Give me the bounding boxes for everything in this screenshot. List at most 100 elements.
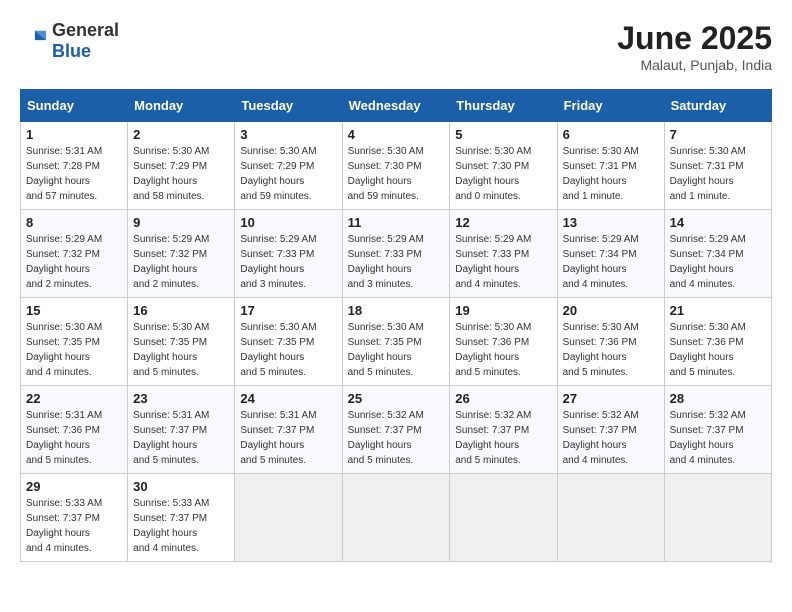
day-number: 11 — [348, 215, 445, 230]
table-row — [235, 474, 342, 562]
day-number: 26 — [455, 391, 551, 406]
day-number: 2 — [133, 127, 229, 142]
table-row: 21Sunrise: 5:30 AMSunset: 7:36 PMDayligh… — [664, 298, 771, 386]
day-info: Sunrise: 5:30 AMSunset: 7:29 PMDaylight … — [133, 144, 229, 204]
table-row: 13 Sunrise: 5:29 AMSunset: 7:34 PMDayligh… — [557, 210, 664, 298]
table-row: 18 Sunrise: 5:30 AMSunset: 7:35 PMDayligh… — [342, 298, 450, 386]
day-info: Sunrise: 5:30 AMSunset: 7:35 PMDaylight … — [133, 320, 229, 380]
day-number: 22 — [26, 391, 122, 406]
table-row: 4 Sunrise: 5:30 AMSunset: 7:30 PMDaylight… — [342, 122, 450, 210]
logo-general: General — [52, 20, 119, 40]
day-info: Sunrise: 5:29 AMSunset: 7:33 PMDaylight … — [240, 232, 336, 292]
day-number: 30 — [133, 479, 229, 494]
header-wednesday: Wednesday — [342, 90, 450, 122]
header-sunday: Sunday — [21, 90, 128, 122]
day-info: Sunrise: 5:30 AMSunset: 7:35 PMDaylight … — [348, 320, 445, 380]
table-row: 14 Sunrise: 5:29 AMSunset: 7:34 PMDayligh… — [664, 210, 771, 298]
day-number: 3 — [240, 127, 336, 142]
logo-icon — [20, 27, 48, 55]
calendar-week-row: 22 Sunrise: 5:31 AMSunset: 7:36 PMDayligh… — [21, 386, 772, 474]
table-row: 10 Sunrise: 5:29 AMSunset: 7:33 PMDayligh… — [235, 210, 342, 298]
calendar-week-row: 29 Sunrise: 5:33 AMSunset: 7:37 PMDayligh… — [21, 474, 772, 562]
table-row: 8Sunrise: 5:29 AMSunset: 7:32 PMDaylight… — [21, 210, 128, 298]
day-number: 28 — [670, 391, 766, 406]
day-info: Sunrise: 5:30 AMSunset: 7:30 PMDaylight … — [455, 144, 551, 204]
weekday-header-row: Sunday Monday Tuesday Wednesday Thursday… — [21, 90, 772, 122]
day-number: 15 — [26, 303, 122, 318]
table-row — [342, 474, 450, 562]
table-row: 11 Sunrise: 5:29 AMSunset: 7:33 PMDayligh… — [342, 210, 450, 298]
day-number: 23 — [133, 391, 229, 406]
day-info: Sunrise: 5:30 AMSunset: 7:29 PMDaylight … — [240, 144, 336, 204]
day-info: Sunrise: 5:32 AMSunset: 7:37 PMDaylight … — [455, 408, 551, 468]
logo-blue: Blue — [52, 41, 91, 61]
day-number: 29 — [26, 479, 122, 494]
day-info: Sunrise: 5:33 AMSunset: 7:37 PMDaylight … — [26, 496, 122, 556]
day-info: Sunrise: 5:29 AMSunset: 7:32 PMDaylight … — [26, 232, 122, 292]
day-info: Sunrise: 5:30 AMSunset: 7:31 PMDaylight … — [670, 144, 766, 204]
table-row: 15 Sunrise: 5:30 AMSunset: 7:35 PMDayligh… — [21, 298, 128, 386]
table-row: 1Sunrise: 5:31 AMSunset: 7:28 PMDaylight… — [21, 122, 128, 210]
header-monday: Monday — [128, 90, 235, 122]
day-number: 5 — [455, 127, 551, 142]
day-info: Sunrise: 5:31 AMSunset: 7:37 PMDaylight … — [240, 408, 336, 468]
day-number: 19 — [455, 303, 551, 318]
table-row: 22 Sunrise: 5:31 AMSunset: 7:36 PMDayligh… — [21, 386, 128, 474]
month-title: June 2025 — [617, 20, 772, 57]
day-number: 1 — [26, 127, 122, 142]
day-number: 7 — [670, 127, 766, 142]
header-thursday: Thursday — [450, 90, 557, 122]
table-row — [664, 474, 771, 562]
table-row: 3 Sunrise: 5:30 AMSunset: 7:29 PMDaylight… — [235, 122, 342, 210]
table-row: 26 Sunrise: 5:32 AMSunset: 7:37 PMDayligh… — [450, 386, 557, 474]
table-row — [557, 474, 664, 562]
day-info: Sunrise: 5:31 AMSunset: 7:36 PMDaylight … — [26, 408, 122, 468]
day-info: Sunrise: 5:29 AMSunset: 7:32 PMDaylight … — [133, 232, 229, 292]
logo-text: General Blue — [52, 20, 119, 62]
day-number: 18 — [348, 303, 445, 318]
table-row: 12Sunrise: 5:29 AMSunset: 7:33 PMDayligh… — [450, 210, 557, 298]
header-saturday: Saturday — [664, 90, 771, 122]
day-info: Sunrise: 5:30 AMSunset: 7:30 PMDaylight … — [348, 144, 445, 204]
day-info: Sunrise: 5:29 AMSunset: 7:34 PMDaylight … — [670, 232, 766, 292]
table-row: 30 Sunrise: 5:33 AMSunset: 7:37 PMDayligh… — [128, 474, 235, 562]
day-number: 25 — [348, 391, 445, 406]
table-row: 25Sunrise: 5:32 AMSunset: 7:37 PMDayligh… — [342, 386, 450, 474]
calendar-week-row: 8Sunrise: 5:29 AMSunset: 7:32 PMDaylight… — [21, 210, 772, 298]
day-number: 13 — [563, 215, 659, 230]
day-info: Sunrise: 5:33 AMSunset: 7:37 PMDaylight … — [133, 496, 229, 556]
day-number: 24 — [240, 391, 336, 406]
day-number: 16 — [133, 303, 229, 318]
table-row: 17 Sunrise: 5:30 AMSunset: 7:35 PMDayligh… — [235, 298, 342, 386]
table-row: 28 Sunrise: 5:32 AMSunset: 7:37 PMDayligh… — [664, 386, 771, 474]
calendar-table: Sunday Monday Tuesday Wednesday Thursday… — [20, 89, 772, 562]
day-number: 27 — [563, 391, 659, 406]
day-info: Sunrise: 5:30 AMSunset: 7:36 PMDaylight … — [563, 320, 659, 380]
logo: General Blue — [20, 20, 119, 62]
day-info: Sunrise: 5:31 AMSunset: 7:37 PMDaylight … — [133, 408, 229, 468]
table-row — [450, 474, 557, 562]
table-row: 5 Sunrise: 5:30 AMSunset: 7:30 PMDaylight… — [450, 122, 557, 210]
table-row: 19Sunrise: 5:30 AMSunset: 7:36 PMDayligh… — [450, 298, 557, 386]
title-block: June 2025 Malaut, Punjab, India — [617, 20, 772, 73]
table-row: 9 Sunrise: 5:29 AMSunset: 7:32 PMDaylight… — [128, 210, 235, 298]
table-row: 24 Sunrise: 5:31 AMSunset: 7:37 PMDayligh… — [235, 386, 342, 474]
day-info: Sunrise: 5:32 AMSunset: 7:37 PMDaylight … — [670, 408, 766, 468]
day-number: 9 — [133, 215, 229, 230]
header-tuesday: Tuesday — [235, 90, 342, 122]
day-info: Sunrise: 5:30 AMSunset: 7:35 PMDaylight … — [240, 320, 336, 380]
header-friday: Friday — [557, 90, 664, 122]
day-number: 10 — [240, 215, 336, 230]
day-info: Sunrise: 5:30 AMSunset: 7:35 PMDaylight … — [26, 320, 122, 380]
day-number: 14 — [670, 215, 766, 230]
day-number: 17 — [240, 303, 336, 318]
day-info: Sunrise: 5:32 AMSunset: 7:37 PMDaylight … — [563, 408, 659, 468]
location-title: Malaut, Punjab, India — [617, 57, 772, 73]
day-info: Sunrise: 5:29 AMSunset: 7:34 PMDaylight … — [563, 232, 659, 292]
day-info: Sunrise: 5:30 AMSunset: 7:36 PMDaylight … — [670, 320, 766, 380]
day-number: 4 — [348, 127, 445, 142]
calendar-week-row: 15 Sunrise: 5:30 AMSunset: 7:35 PMDayligh… — [21, 298, 772, 386]
day-info: Sunrise: 5:29 AMSunset: 7:33 PMDaylight … — [455, 232, 551, 292]
table-row: 2 Sunrise: 5:30 AMSunset: 7:29 PMDaylight… — [128, 122, 235, 210]
day-info: Sunrise: 5:29 AMSunset: 7:33 PMDaylight … — [348, 232, 445, 292]
